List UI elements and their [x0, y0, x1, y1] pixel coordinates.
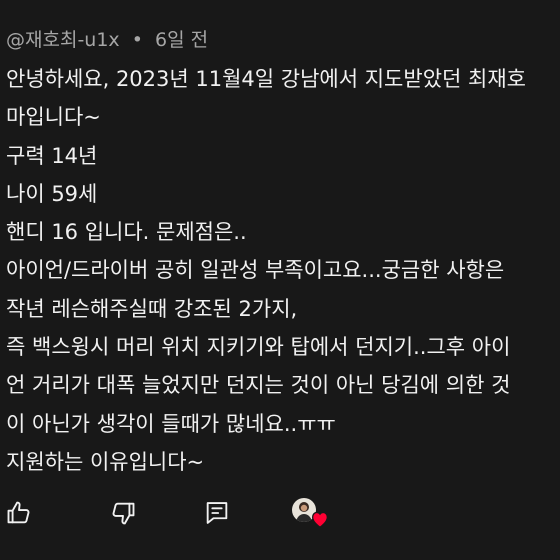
thumbs-up-icon: [5, 499, 33, 527]
comment-body: 안녕하세요, 2023년 11월4일 강남에서 지도받았던 최재호 마입니다~ …: [6, 60, 560, 481]
comment-icon: [203, 499, 231, 527]
dislike-button[interactable]: [108, 498, 138, 528]
comment-line: 아이언/드라이버 공히 일관성 부족이고요...궁금한 사항은: [6, 258, 505, 283]
comment-actions: [0, 488, 560, 538]
comment-line: 작년 레슨해주실때 강조된 2가지,: [6, 296, 298, 321]
comment-line: 즉 백스윙시 머리 위치 지키기와 탑에서 던지기..그후 아이: [6, 335, 511, 360]
comment-line: 지원하는 이유입니다~: [6, 449, 205, 474]
comment-meta: @재호최-u1x • 6일 전: [6, 26, 208, 54]
comment-line: 핸디 16 입니다. 문제점은..: [6, 220, 247, 245]
heart-icon: [310, 510, 330, 532]
comment-line: 언 거리가 대폭 늘었지만 던지는 것이 아닌 당김에 의한 것: [6, 373, 511, 398]
comment-author[interactable]: @재호최-u1x: [6, 29, 120, 51]
comment-line: 안녕하세요, 2023년 11월4일 강남에서 지도받았던 최재호: [6, 67, 526, 91]
comment-line: 구력 14년: [6, 143, 98, 168]
like-button[interactable]: [4, 498, 34, 528]
comment-line: 이 아닌가 생각이 들때가 많네요..ㅠㅠ: [6, 411, 336, 436]
creator-heart[interactable]: [290, 496, 332, 532]
comment-line: 마입니다~: [6, 105, 101, 130]
comment-time[interactable]: 6일 전: [155, 29, 208, 51]
reply-button[interactable]: [202, 498, 232, 528]
comment-line: 나이 59세: [6, 181, 98, 206]
thumbs-down-icon: [109, 499, 137, 527]
meta-separator: •: [131, 29, 143, 51]
